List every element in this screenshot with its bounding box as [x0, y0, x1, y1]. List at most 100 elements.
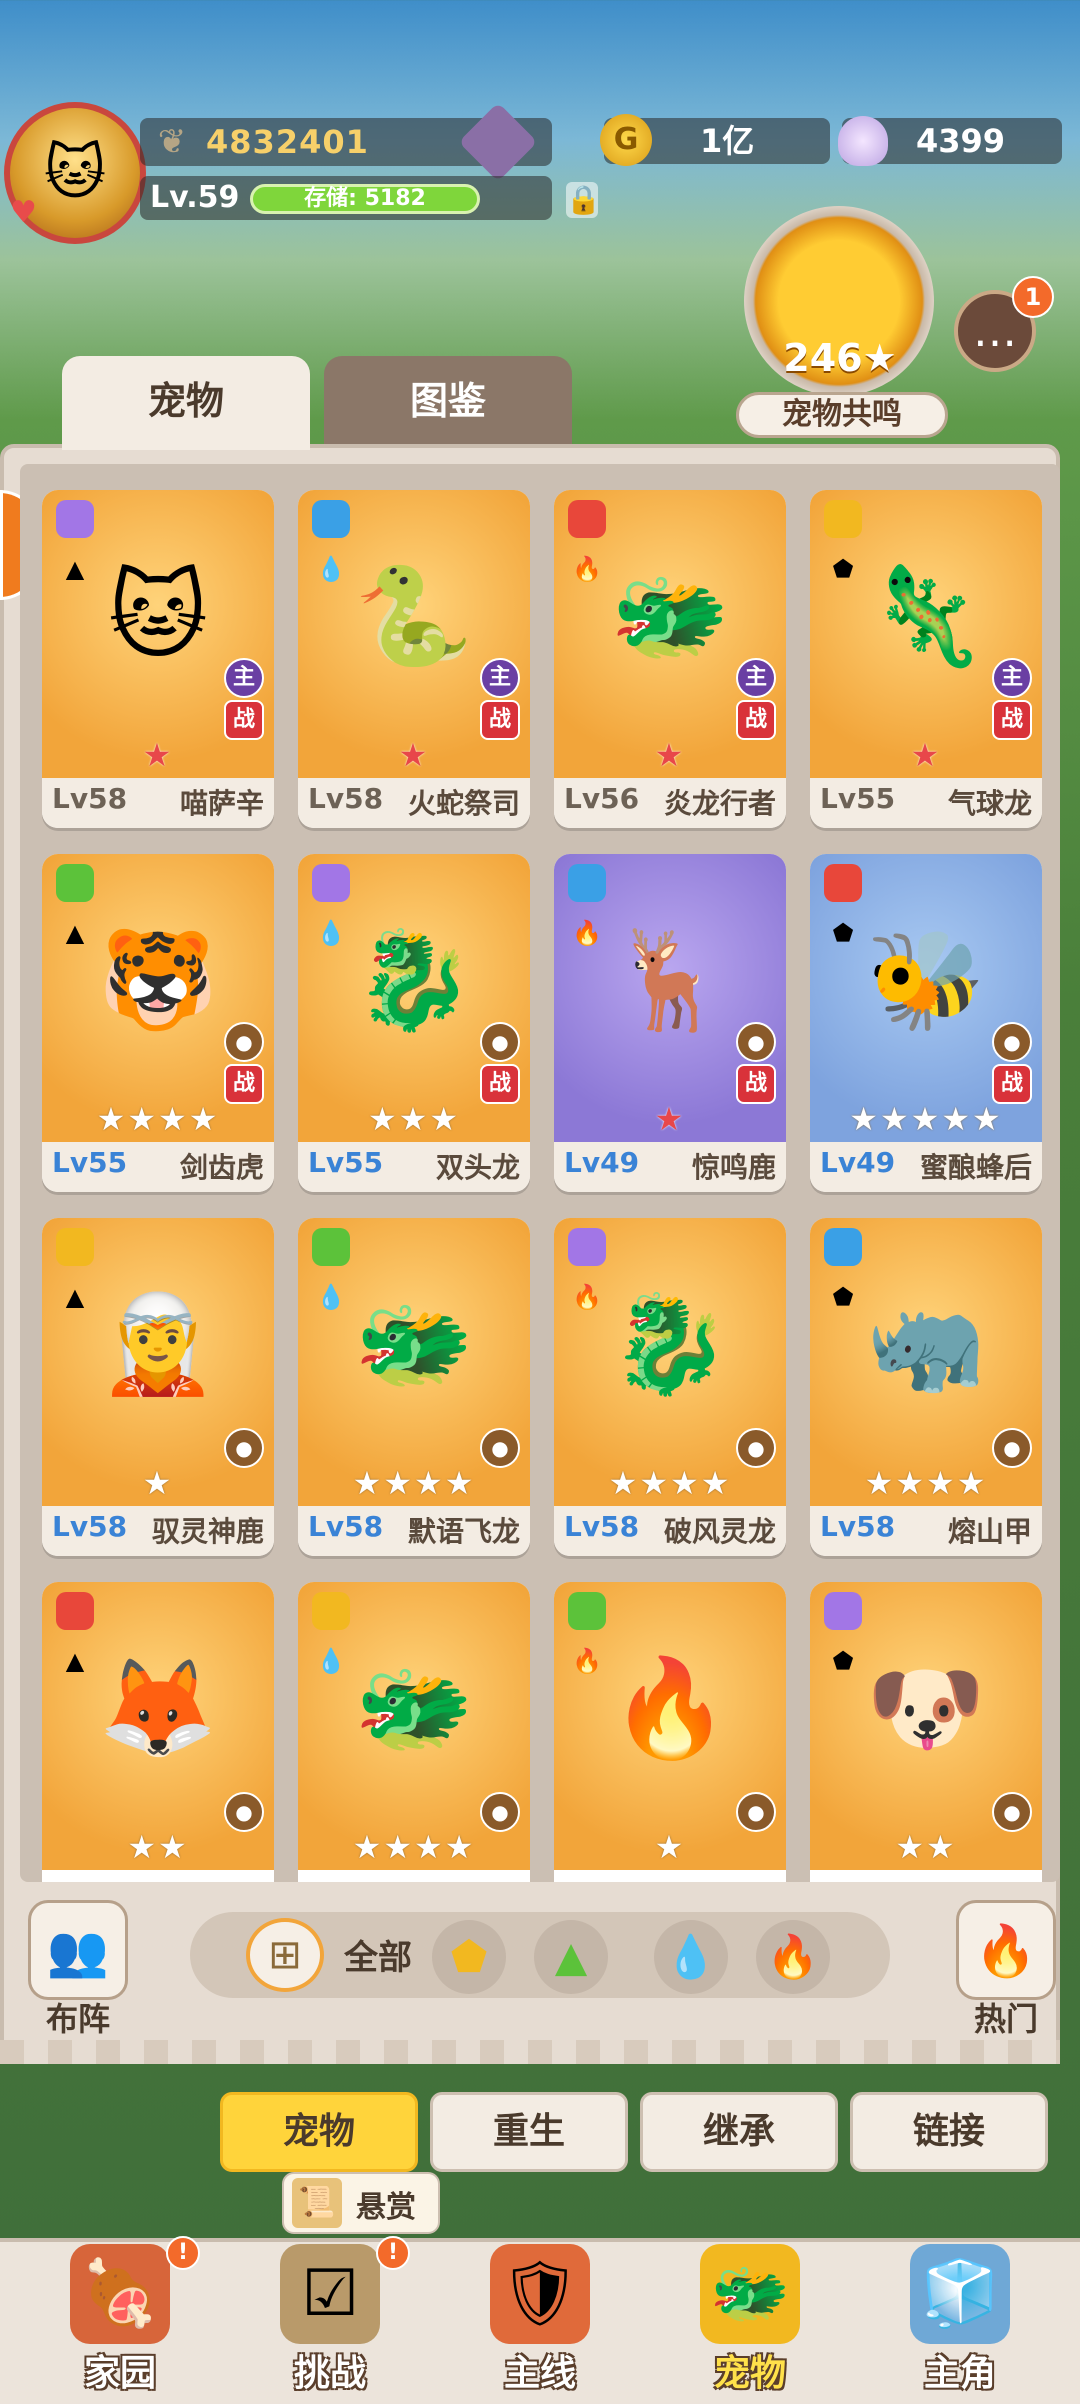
power-value: 4832401: [206, 123, 369, 161]
bounty-scroll-icon: 📜: [292, 2178, 342, 2228]
pet-element-icon: ▲: [65, 555, 85, 583]
skill-badge-icon: ●: [736, 1022, 776, 1062]
battle-badge: 战: [736, 1064, 776, 1104]
pet-card[interactable]: 🐉 🔥 ● ★★★★ Lv58 破风灵龙: [554, 1218, 786, 1556]
bounty-label: 悬赏: [356, 2190, 416, 2225]
pet-class-icon: [568, 1228, 606, 1266]
pet-card[interactable]: 🐲 💧 ● ★★★★: [298, 1582, 530, 1882]
pet-card[interactable]: 🐲 🔥 主战 ★ Lv56 炎龙行者: [554, 490, 786, 828]
nav-pets[interactable]: 🐲 宠物: [660, 2244, 840, 2394]
pet-card[interactable]: 🦎 ⬟ 主战 ★ Lv55 气球龙: [810, 490, 1042, 828]
pet-class-icon: [568, 1592, 606, 1630]
pet-card[interactable]: 🦌 🔥 ● 战 ★ Lv49 惊鸣鹿: [554, 854, 786, 1192]
nav-hero[interactable]: 🧊 主角: [870, 2244, 1050, 2394]
pet-level: Lv49: [820, 1146, 896, 1179]
star-rating-icon: ★★★★: [352, 1464, 476, 1502]
resonance-label[interactable]: 宠物共鸣: [736, 392, 948, 438]
lock-icon[interactable]: 🔒: [566, 182, 601, 218]
pet-class-icon: [312, 1228, 350, 1266]
challenge-scroll-icon: ☑: [280, 2244, 380, 2344]
rank-badge-icon[interactable]: [458, 102, 538, 182]
tab-pets[interactable]: 宠物: [62, 356, 310, 450]
fire-element-icon[interactable]: 🔥: [756, 1920, 830, 1994]
star-rating-icon: ★: [654, 1828, 686, 1866]
pet-class-icon: [56, 500, 94, 538]
water-element-icon[interactable]: 💧: [654, 1920, 728, 1994]
pet-dragon-icon: 🐲: [700, 2244, 800, 2344]
nav-mainline[interactable]: 🛡 主线: [450, 2244, 630, 2394]
pet-class-icon: [824, 1228, 862, 1266]
pet-level: Lv58: [820, 1510, 896, 1543]
star-rating-icon: ★★★★: [864, 1464, 988, 1502]
action-reborn-button[interactable]: 重生: [430, 2092, 628, 2172]
shell-icon[interactable]: [838, 116, 888, 166]
action-inherit-button[interactable]: 继承: [640, 2092, 838, 2172]
tab-codex[interactable]: 图鉴: [324, 356, 572, 450]
pet-card[interactable]: 🐶 ⬟ ● ★★: [810, 1582, 1042, 1882]
star-rating-icon: ★★★★: [608, 1464, 732, 1502]
shell-value: 4399: [916, 122, 1006, 160]
skill-badge-icon: ●: [480, 1022, 520, 1062]
earth-element-icon[interactable]: ⬟: [432, 1920, 506, 1994]
action-pets-button[interactable]: 宠物: [220, 2092, 418, 2172]
pet-name: 炎龙行者: [663, 787, 776, 820]
battle-badge: 战: [480, 700, 520, 740]
gold-value: 1亿: [700, 122, 755, 160]
pet-card[interactable]: 🦏 ⬟ ● ★★★★ Lv58 熔山甲: [810, 1218, 1042, 1556]
pet-card[interactable]: 🔥 🔥 ● ★: [554, 1582, 786, 1882]
star-rating-icon: ★★★★★: [849, 1100, 1003, 1138]
formation-label: 布阵: [45, 2000, 110, 2038]
nav-challenge-label: 挑战: [293, 2353, 366, 2394]
pet-card[interactable]: 🐱 ▲ 主战 ★ Lv58 喵萨辛: [42, 490, 274, 828]
gold-coin-icon[interactable]: G: [600, 114, 652, 166]
pet-class-icon: [312, 864, 350, 902]
pet-card[interactable]: 🐝 ⬟ ● 战 ★★★★★ Lv49 蜜酿蜂后: [810, 854, 1042, 1192]
pet-element-icon: 🔥: [572, 919, 602, 947]
filter-all-label[interactable]: 全部: [344, 1930, 412, 1979]
hot-label: 热门: [973, 2000, 1038, 2038]
nav-mainline-label: 主线: [503, 2353, 576, 2394]
pet-level: Lv55: [52, 1146, 128, 1179]
skill-badge-icon: ●: [224, 1792, 264, 1832]
formation-button[interactable]: 👥: [28, 1900, 128, 2000]
pet-element-icon: ▲: [65, 919, 85, 947]
nav-home-label: 家园: [83, 2353, 156, 2394]
skill-badge-icon: ●: [224, 1022, 264, 1062]
star-rating-icon: ★★★★: [352, 1828, 476, 1866]
star-rating-icon: ★★: [895, 1828, 957, 1866]
filter-all-icon[interactable]: ⊞: [246, 1918, 324, 1992]
skill-badge-icon: ●: [736, 1428, 776, 1468]
pet-card[interactable]: 🐉 💧 ● 战 ★★★ Lv55 双头龙: [298, 854, 530, 1192]
pet-name: 驭灵神鹿: [151, 1515, 264, 1548]
pet-element-icon: ▲: [65, 1647, 85, 1675]
pet-class-icon: [312, 1592, 350, 1630]
storage-bar[interactable]: 存储: 5182: [250, 184, 480, 214]
star-rating-icon: ★: [142, 1464, 174, 1502]
skill-badge-icon: ●: [736, 1792, 776, 1832]
pet-element-icon: ⬟: [832, 1283, 854, 1311]
pet-card[interactable]: 🐯 ▲ ● 战 ★★★★ Lv55 剑齿虎: [42, 854, 274, 1192]
pet-class-icon: [56, 864, 94, 902]
grass-element-icon[interactable]: ▲: [534, 1920, 608, 1994]
skill-badge-icon: ●: [992, 1792, 1032, 1832]
pet-element-icon: ⬟: [832, 1647, 854, 1675]
pet-element-icon: 🔥: [572, 555, 602, 583]
nav-home[interactable]: 🍖 家园 !: [30, 2236, 210, 2394]
pet-level: Lv58: [564, 1510, 640, 1543]
pet-card[interactable]: 🐲 💧 ● ★★★★ Lv58 默语飞龙: [298, 1218, 530, 1556]
pet-class-icon: [56, 1228, 94, 1266]
nav-challenge[interactable]: ☑ 挑战 !: [240, 2236, 420, 2394]
battle-badge: 战: [992, 1064, 1032, 1104]
panel-border-wave: [0, 2040, 1060, 2064]
pet-card[interactable]: 🦊 ▲ ● ★★: [42, 1582, 274, 1882]
hot-button[interactable]: 🔥: [956, 1900, 1056, 2000]
pet-name: 双头龙: [435, 1151, 520, 1184]
pet-card[interactable]: 🧝 ▲ ● ★ Lv58 驭灵神鹿: [42, 1218, 274, 1556]
action-link-button[interactable]: 链接: [850, 2092, 1048, 2172]
pet-class-icon: [824, 1592, 862, 1630]
pet-level: Lv58: [52, 782, 128, 815]
pet-card[interactable]: 🐍 💧 主战 ★ Lv58 火蛇祭司: [298, 490, 530, 828]
wings-icon: ❦: [157, 122, 187, 162]
star-rating-icon: ★★: [127, 1828, 189, 1866]
pet-element-icon: 💧: [316, 919, 346, 947]
